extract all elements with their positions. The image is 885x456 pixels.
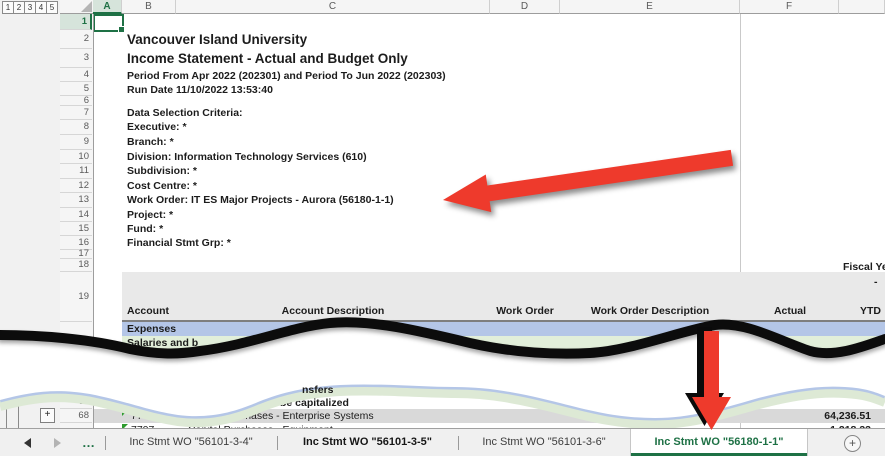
report-run-date: Run Date 11/10/2022 13:53:40 — [127, 84, 273, 96]
outline-bracket-line — [6, 390, 7, 428]
cell-error-triangle-icon — [122, 410, 128, 416]
new-sheet-button[interactable]: + — [844, 435, 861, 452]
criteria-line-3: Division: Information Technology Service… — [127, 151, 367, 163]
criteria-line-6: Work Order: IT ES Major Projects - Auror… — [127, 194, 394, 206]
row-header-6[interactable]: 6 — [60, 96, 92, 106]
row-header-14[interactable]: 14 — [60, 208, 92, 222]
row-header-13[interactable]: 13 — [60, 193, 92, 208]
column-header-D[interactable]: D — [490, 0, 560, 14]
selection-fill-handle[interactable] — [118, 26, 125, 33]
column-header-B[interactable]: B — [122, 0, 176, 14]
sheet-tab-bar: … Inc Stmt WO "56101-3-4" Inc Stmt WO "56… — [0, 428, 885, 456]
row-header-17[interactable]: 17 — [60, 249, 92, 259]
table-header-ytd: YTD — [860, 305, 881, 317]
account-desc-7705: Capital Purchases - Enterprise Systems — [188, 410, 374, 422]
row-header-18[interactable]: 18 — [60, 259, 92, 272]
outline-bracket-line — [30, 391, 31, 403]
row-header-9[interactable]: 9 — [60, 135, 92, 150]
sheet-tab-2[interactable]: Inc Stmt WO "56101-3-6" — [458, 429, 630, 456]
transfers-label-fragment: nsfers — [302, 384, 334, 396]
outline-bracket-line — [18, 396, 19, 428]
expenses-row — [122, 322, 885, 336]
column-header-g[interactable] — [839, 0, 885, 14]
outline-expand-button[interactable]: + — [40, 408, 55, 423]
sheet-tab-1[interactable]: Inc Stmt WO "56101-3-5" — [277, 429, 458, 456]
row-header-19[interactable]: 19 — [60, 272, 92, 322]
select-all-corner[interactable] — [60, 0, 94, 14]
tab-scroll-left-icon[interactable] — [24, 438, 31, 448]
criteria-line-9: Financial Stmt Grp: * — [127, 237, 231, 249]
criteria-line-2: Branch: * — [127, 136, 174, 148]
outline-bracket-tick — [18, 396, 23, 397]
header-dash-fragment: - — [874, 276, 878, 288]
sheet-tab-3[interactable]: Inc Stmt WO "56180-1-1" — [630, 429, 808, 456]
report-period: Period From Apr 2022 (202301) and Period… — [127, 70, 446, 82]
table-header-account: Account — [127, 305, 169, 317]
selected-cell-a1[interactable] — [93, 14, 125, 33]
criteria-line-4: Subdivision: * — [127, 165, 198, 177]
row-header-8[interactable]: 8 — [60, 120, 92, 135]
account-code-7705: 7705 — [131, 410, 155, 422]
column-header-A[interactable]: A — [93, 0, 122, 14]
report-subtitle: Income Statement - Actual and Budget Onl… — [127, 51, 408, 66]
criteria-line-0: Data Selection Criteria: — [127, 107, 243, 119]
salaries-label-fragment: Salaries and b — [127, 337, 199, 349]
row-headers[interactable]: 1 2 3 4 5 6 7 8 9 10 11 12 13 14 15 16 17 18 19 66 68 — [60, 14, 94, 428]
row-header-4[interactable]: 4 — [60, 68, 92, 82]
row-header-68[interactable]: 68 — [60, 409, 92, 423]
row-header-5[interactable]: 5 — [60, 82, 92, 96]
table-header-work_order_description: Work Order Description — [590, 305, 710, 317]
criteria-line-8: Fund: * — [127, 223, 164, 235]
sheet-tab-0[interactable]: Inc Stmt WO "56101-3-4" — [105, 429, 277, 456]
report-title: Vancouver Island University — [127, 32, 308, 47]
row-header-15[interactable]: 15 — [60, 222, 92, 236]
criteria-line-7: Project: * — [127, 209, 174, 221]
excel-window: 12345 Vancouver Island University Income… — [0, 0, 885, 456]
column-header-C[interactable]: C — [176, 0, 490, 14]
expenses-label: Expenses — [127, 323, 177, 335]
table-header-work_order: Work Order — [496, 305, 554, 317]
column-header-F[interactable]: F — [740, 0, 839, 14]
select-all-triangle-icon — [81, 1, 92, 12]
criteria-line-1: Executive: * — [127, 121, 187, 133]
row-header-3[interactable]: 3 — [60, 49, 92, 68]
row-header-7[interactable]: 7 — [60, 106, 92, 120]
row-header-66[interactable]: 66 — [60, 396, 92, 409]
row-header-11[interactable]: 11 — [60, 164, 92, 179]
row-header-2[interactable]: 2 — [60, 30, 92, 49]
row-header-1[interactable]: 1 — [60, 14, 92, 30]
criteria-line-5: Cost Centre: * — [127, 180, 198, 192]
sheet-grid[interactable]: Vancouver Island University Income State… — [0, 0, 885, 428]
more-sheets-button[interactable]: … — [82, 435, 96, 450]
row-header-10[interactable]: 10 — [60, 150, 92, 164]
column-header-E[interactable]: E — [560, 0, 740, 14]
salaries-row — [122, 336, 885, 350]
row-header-12[interactable]: 12 — [60, 179, 92, 193]
tab-scroll-right-icon[interactable] — [54, 438, 61, 448]
table-header-account_description: Account Description — [281, 305, 385, 317]
table-header-actual: Actual — [773, 305, 807, 317]
actual-amount-7705: 64,236.51 — [824, 410, 871, 422]
